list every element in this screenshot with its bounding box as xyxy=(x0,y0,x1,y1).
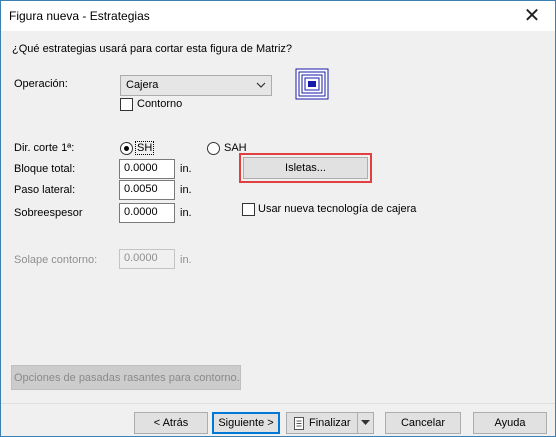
pocket-strategy-icon xyxy=(295,68,329,100)
window-title: Figura nueva - Estrategias xyxy=(9,9,150,23)
paso-lateral-input[interactable]: 0.0050 xyxy=(119,180,175,200)
solape-unit: in. xyxy=(180,254,192,266)
finish-button[interactable]: Finalizar xyxy=(286,412,374,434)
help-button[interactable]: Ayuda xyxy=(473,412,547,434)
back-button[interactable]: < Atrás xyxy=(134,412,208,434)
dialog-window: Figura nueva - Estrategias ✕ ¿Qué estrat… xyxy=(0,0,556,437)
chevron-down-icon xyxy=(361,420,370,425)
sah-radio[interactable] xyxy=(207,142,220,155)
solape-input: 0.0000 xyxy=(119,249,175,269)
contorno-checkbox[interactable] xyxy=(120,98,133,111)
cancel-button[interactable]: Cancelar xyxy=(385,412,461,434)
operation-label: Operación: xyxy=(14,78,68,90)
question-text: ¿Qué estrategias usará para cortar esta … xyxy=(12,43,293,55)
finish-dropdown-arrow[interactable] xyxy=(357,413,373,433)
sh-radio-label: SH xyxy=(134,141,155,155)
document-icon xyxy=(294,416,304,430)
chevron-down-icon xyxy=(256,82,266,88)
close-icon[interactable]: ✕ xyxy=(509,1,555,31)
sobreespesor-unit: in. xyxy=(180,207,192,219)
paso-lateral-unit: in. xyxy=(180,184,192,196)
nueva-tecnologia-label: Usar nueva tecnología de cajera xyxy=(258,203,417,215)
nueva-tecnologia-checkbox[interactable] xyxy=(242,203,255,216)
isletas-highlight xyxy=(239,153,372,183)
title-bar: Figura nueva - Estrategias ✕ xyxy=(1,1,555,31)
next-button[interactable]: Siguiente > xyxy=(212,412,280,434)
bloque-total-input[interactable]: 0.0000 xyxy=(119,159,175,179)
sh-radio[interactable] xyxy=(120,142,133,155)
finish-label: Finalizar xyxy=(309,417,351,429)
sobreespesor-input[interactable]: 0.0000 xyxy=(119,203,175,223)
footer-separator xyxy=(1,403,555,404)
operation-select[interactable]: Cajera xyxy=(120,75,272,96)
bloque-total-label: Bloque total: xyxy=(14,163,76,175)
contorno-label: Contorno xyxy=(137,98,183,110)
bloque-total-unit: in. xyxy=(180,163,192,175)
opciones-pasadas-button: Opciones de pasadas rasantes para contor… xyxy=(11,365,241,390)
sobreespesor-label: Sobreespesor xyxy=(14,207,83,219)
operation-selected-value: Cajera xyxy=(126,79,159,91)
paso-lateral-label: Paso lateral: xyxy=(14,184,76,196)
direction-label: Dir. corte 1ª: xyxy=(14,142,75,154)
solape-label: Solape contorno: xyxy=(14,254,98,266)
